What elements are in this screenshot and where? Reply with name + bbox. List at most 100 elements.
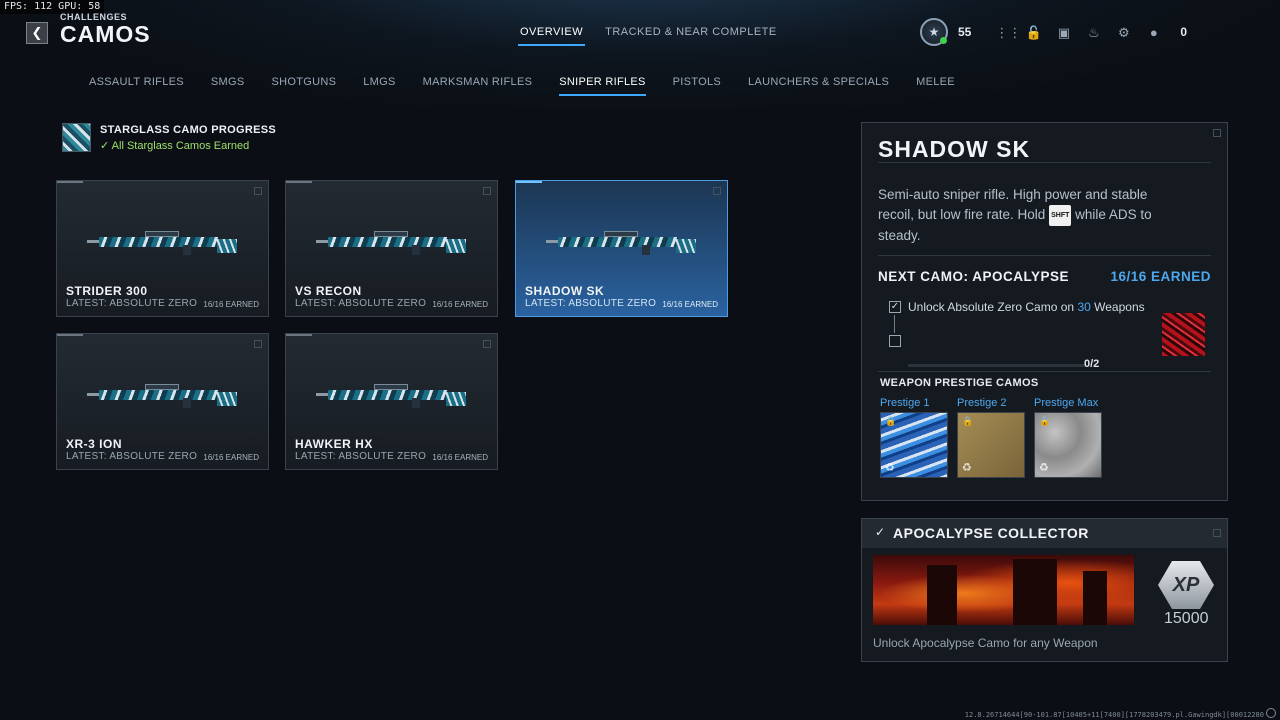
weapon-name: STRIDER 300 [66,284,148,298]
weapon-name: SHADOW SK [525,284,605,298]
weapon-name: VS RECON [295,284,362,298]
requirement-text: Unlock Absolute Zero Camo on 30 Weapons [908,300,1145,314]
page-title: CAMOS [60,21,151,47]
online-indicator [940,37,947,44]
tab-lmgs[interactable]: LMGS [363,76,395,96]
weapon-latest: LATEST: ABSOLUTE ZERO [525,298,657,309]
corner-icon [254,340,262,348]
prestige-camo-1[interactable]: Prestige 1 🔒 ♻ [880,397,948,478]
prestige-label: Prestige Max [1034,397,1099,409]
prestige-camo-max[interactable]: Prestige Max 🔒 ♻ [1034,397,1102,478]
prestige-icon: ♻ [1039,462,1049,474]
apocalypse-camo-thumbnail[interactable] [1162,313,1205,356]
camera-icon[interactable]: ▣ [1055,24,1072,41]
reward-panel: ✓ APOCALYPSE COLLECTOR XP 15000 Unlock A… [861,518,1228,662]
weapon-name: HAWKER HX [295,437,373,451]
sub-progress-bar [908,364,1086,367]
corner-icon [1213,529,1221,537]
corner-icon [483,187,491,195]
party-icon[interactable]: ● [1145,24,1162,41]
weapon-image [316,231,466,255]
weapon-image [87,384,237,408]
weapon-latest: LATEST: ABSOLUTE ZERO [295,298,427,309]
checkmark-icon: ✓ [100,139,110,152]
divider [878,162,1211,163]
prestige-heading: WEAPON PRESTIGE CAMOS [880,377,1039,389]
corner-icon [254,187,262,195]
divider [878,371,1211,372]
gear-icon[interactable]: ⚙ [1115,24,1132,41]
weapon-latest: LATEST: ABSOLUTE ZERO [66,451,198,462]
detail-description: Semi-auto sniper rifle. High power and s… [878,185,1178,246]
tab-tracked[interactable]: TRACKED & NEAR COMPLETE [605,26,777,44]
tab-marksman-rifles[interactable]: MARKSMAN RIFLES [423,76,533,96]
grid-menu-icon[interactable]: ⋮⋮ [995,24,1021,41]
tab-assault-rifles[interactable]: ASSAULT RIFLES [89,76,184,96]
weapon-count: 16/16 EARNED [432,300,488,309]
weapon-latest: LATEST: ABSOLUTE ZERO [295,451,427,462]
progress-status-text: All Starglass Camos Earned [111,139,250,152]
checkbox-empty [889,335,901,347]
weapon-image [316,384,466,408]
req-text-2: Weapons [1094,300,1145,314]
progress-title: STARGLASS CAMO PROGRESS [100,123,276,136]
xp-badge-text: XP [1172,573,1200,596]
prestige-label: Prestige 2 [957,397,1007,409]
prestige-icon: ♻ [962,462,972,474]
starglass-progress[interactable]: STARGLASS CAMO PROGRESS ✓ All Starglass … [62,123,276,152]
tab-launchers-specials[interactable]: LAUNCHERS & SPECIALS [748,76,889,96]
xp-badge-icon: XP [1158,561,1214,609]
weapon-image [546,231,696,255]
weapon-detail-panel: SHADOW SK Semi-auto sniper rifle. High p… [861,122,1228,501]
prestige-camo-2[interactable]: Prestige 2 🔒 ♻ [957,397,1025,478]
weapon-count: 16/16 EARNED [203,300,259,309]
tab-sniper-rifles[interactable]: SNIPER RIFLES [559,76,647,96]
checkmark-icon: ✓ [875,525,886,539]
prestige-swatch: 🔒 ♻ [880,412,948,478]
req-text-1: Unlock Absolute Zero Camo on [908,300,1075,314]
chevron-left-icon: ❮ [31,25,43,40]
category-tabs: ASSAULT RIFLES SMGS SHOTGUNS LMGS MARKSM… [89,76,982,96]
player-level: 55 [958,25,972,39]
shift-key-icon: SHFT [1049,204,1072,226]
weapon-count: 16/16 EARNED [432,453,488,462]
card-accent [286,334,312,336]
lock-icon: 🔒 [1039,416,1051,426]
weapon-card-strider-300[interactable]: STRIDER 300 LATEST: ABSOLUTE ZERO 16/16 … [56,180,269,317]
weapon-card-hawker-hx[interactable]: HAWKER HX LATEST: ABSOLUTE ZERO 16/16 EA… [285,333,498,470]
tab-pistols[interactable]: PISTOLS [673,76,721,96]
weapon-card-vs-recon[interactable]: VS RECON LATEST: ABSOLUTE ZERO 16/16 EAR… [285,180,498,317]
rank-emblem[interactable]: ★ [920,18,948,46]
reward-title: APOCALYPSE COLLECTOR [893,525,1089,541]
back-button[interactable]: ❮ [26,22,48,44]
player-status: ★ 55 ⋮⋮ 🔓 ▣ ♨ ⚙ ● 0 [920,18,1187,46]
weapon-image [87,231,237,255]
tab-overview[interactable]: OVERVIEW [517,26,586,46]
prestige-icon: ♻ [885,462,895,474]
weapon-count: 16/16 EARNED [662,300,718,309]
req-count: 30 [1077,300,1091,314]
sub-progress-count: 0/2 [1084,358,1100,370]
tab-melee[interactable]: MELEE [916,76,955,96]
connector-line [894,315,895,333]
tab-shotguns[interactable]: SHOTGUNS [271,76,336,96]
reward-banner-image [873,555,1134,625]
prestige-swatch: 🔒 ♻ [1034,412,1102,478]
build-info: 12.8.26714644[90-101.87[10405+11[7400][1… [964,711,1264,719]
lock-icon: 🔒 [885,416,897,426]
tab-smgs[interactable]: SMGS [211,76,245,96]
lock-icon: 🔒 [962,416,974,426]
earned-count: 16/16 EARNED [1110,269,1211,284]
card-accent [516,181,542,183]
bell-icon[interactable]: ♨ [1085,24,1102,41]
detail-title: SHADOW SK [878,136,1031,162]
progress-status: ✓ All Starglass Camos Earned [100,139,276,152]
reward-header: ✓ APOCALYPSE COLLECTOR [862,519,1227,548]
top-tabs: OVERVIEW TRACKED & NEAR COMPLETE [517,26,777,46]
card-accent [57,334,83,336]
weapon-card-shadow-sk[interactable]: SHADOW SK LATEST: ABSOLUTE ZERO 16/16 EA… [515,180,728,317]
weapon-name: XR-3 ION [66,437,123,451]
weapon-card-xr-3-ion[interactable]: XR-3 ION LATEST: ABSOLUTE ZERO 16/16 EAR… [56,333,269,470]
lock-icon[interactable]: 🔓 [1025,24,1042,41]
xp-value: 15000 [1164,610,1209,627]
